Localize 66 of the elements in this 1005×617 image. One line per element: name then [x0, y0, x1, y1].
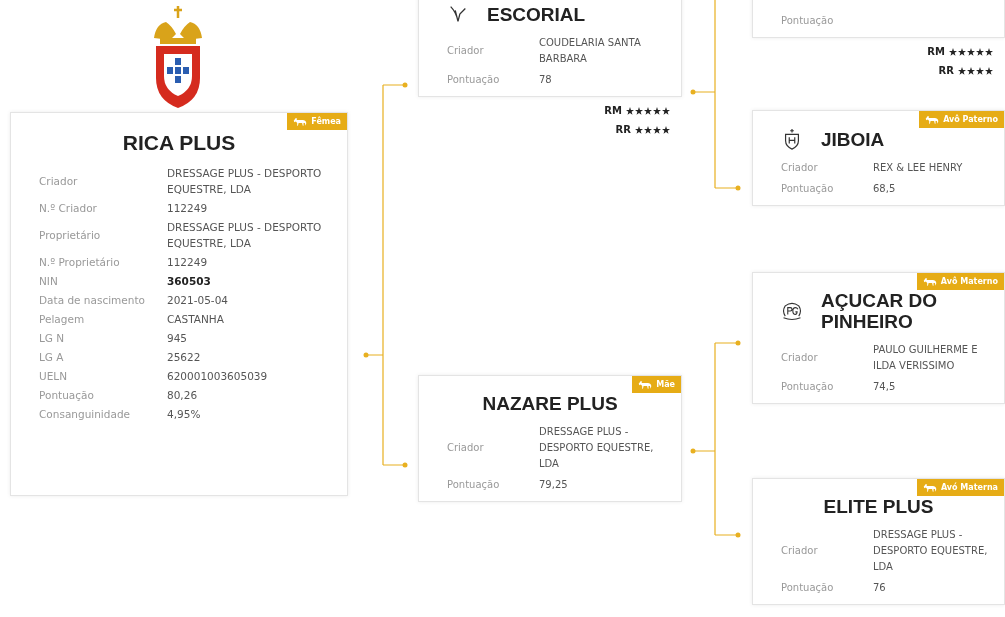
field-label: LG N: [39, 331, 66, 346]
horse-name: JIBOIA: [821, 128, 885, 150]
field-label: Pontuação: [781, 14, 835, 28]
field-label: Pontuação: [39, 388, 95, 403]
field-value: 360503: [167, 274, 212, 289]
field-value: REX & LEE HENRY: [873, 161, 964, 175]
field-label: Pontuação: [781, 581, 835, 595]
field-value: 78: [539, 73, 553, 87]
horse-name: ESCORIAL: [487, 3, 586, 25]
field-label: UELN: [39, 369, 69, 384]
field-label: Proprietário: [39, 228, 102, 243]
horse-icon: [638, 380, 653, 389]
field-label: Pelagem: [39, 312, 86, 327]
field-value: 112249: [167, 255, 209, 270]
field-value: 79,25: [539, 478, 569, 492]
field-label: Criador: [781, 351, 819, 365]
field-value: 80,26: [167, 388, 199, 403]
field-value: 112249: [167, 201, 209, 216]
horse-icon: [293, 117, 308, 126]
field-value: PAULO GUILHERME E ILDA VERISSIMO: [873, 343, 979, 373]
horse-name: NAZARE PLUS: [482, 393, 618, 414]
rating-label: RM: [927, 46, 945, 57]
field-value: 25622: [167, 350, 202, 365]
badge-label: Avô Paterno: [943, 115, 998, 124]
badge-label: Mãe: [656, 380, 675, 389]
field-label: N.º Proprietário: [39, 255, 121, 270]
field-label: Criador: [447, 44, 485, 58]
field-label: Data de nascimento: [39, 293, 146, 308]
field-label: Pontuação: [781, 380, 835, 394]
field-value: 2021-05-04: [167, 293, 230, 308]
horse-icon: [925, 115, 940, 124]
field-label: LG A: [39, 350, 65, 365]
field-value: 4,95%: [167, 407, 202, 422]
badge-label: Avó Materna: [940, 483, 998, 492]
horse-name: AÇUCAR DO PINHEIRO: [821, 290, 939, 332]
field-value: DRESSAGE PLUS - DESPORTO EQUESTRE, LDA: [167, 166, 323, 197]
field-label: Criador: [447, 441, 485, 455]
field-label: Pontuação: [447, 73, 501, 87]
field-value: DRESSAGE PLUS - DESPORTO EQUESTRE, LDA: [167, 220, 323, 251]
field-value: COUDELARIA SANTA BARBARA: [539, 36, 642, 66]
field-label: Pontuação: [447, 478, 501, 492]
field-label: NIN: [39, 274, 59, 289]
pg-brand-icon: [781, 300, 803, 322]
field-label: N.º Criador: [39, 201, 98, 216]
horse-name: RICA PLUS: [121, 132, 237, 153]
field-label: Criador: [781, 161, 819, 175]
field-value: CASTANHA: [167, 312, 225, 327]
field-value: 945: [167, 331, 189, 346]
rating-label: RR: [615, 124, 631, 135]
field-value: 76: [873, 581, 887, 595]
badge-label: Fêmea: [311, 117, 341, 126]
field-label: Pontuação: [781, 182, 835, 196]
field-label: Criador: [39, 174, 79, 189]
horse-icon: [922, 277, 937, 286]
horse-name: ELITE PLUS: [823, 496, 934, 517]
badge-label: Avô Materno: [940, 277, 998, 286]
field-value: 68,5: [873, 182, 897, 196]
field-value: DRESSAGE PLUS - DESPORTO EQUESTRE, LDA: [873, 528, 988, 574]
horse-icon: [922, 483, 937, 492]
rating-label: RR: [938, 65, 954, 76]
field-value: 620001003605039: [167, 369, 269, 384]
field-label: Consanguinidade: [39, 407, 131, 422]
field-value: 74,5: [873, 380, 897, 394]
field-label: Criador: [781, 544, 819, 558]
field-value: DRESSAGE PLUS - DESPORTO EQUESTRE, LDA: [539, 425, 655, 471]
rating-label: RM: [604, 105, 622, 116]
